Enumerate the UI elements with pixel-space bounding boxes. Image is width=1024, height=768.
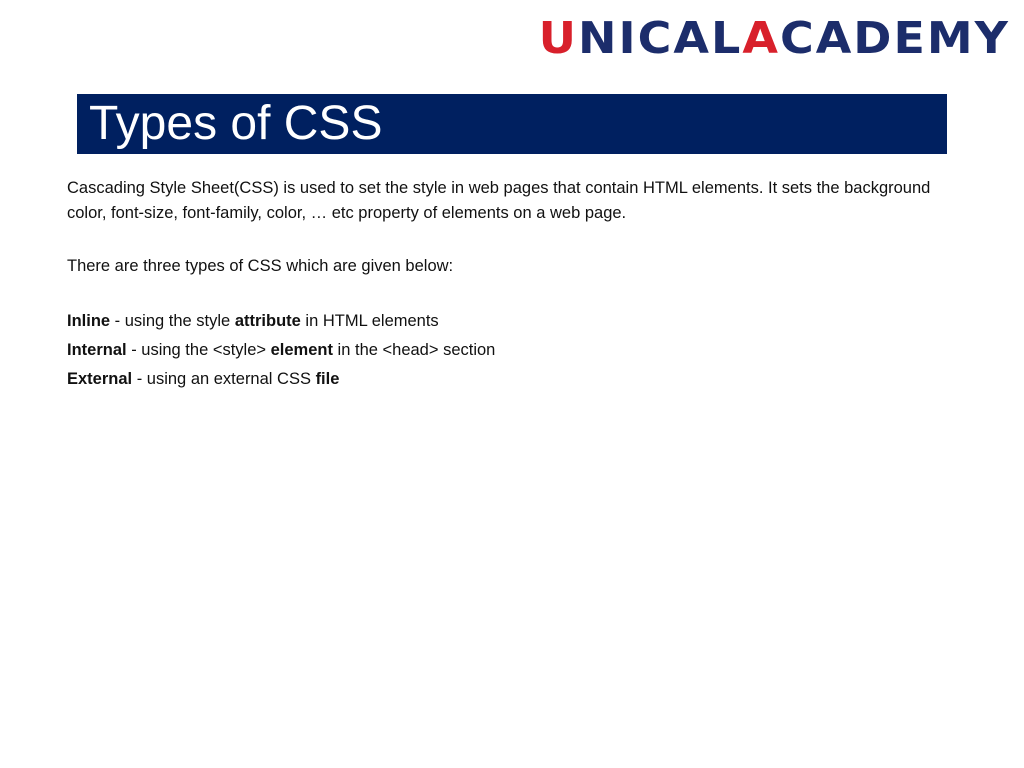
logo-letter-u: U xyxy=(538,12,579,64)
css-type-external: External - using an external CSS file xyxy=(67,365,947,394)
logo-letter-a: A xyxy=(742,12,780,64)
slide-content: Cascading Style Sheet(CSS) is used to se… xyxy=(67,176,947,394)
type-keyword: file xyxy=(315,370,340,388)
type-keyword: attribute xyxy=(234,312,301,330)
slide-title-bar: Types of CSS xyxy=(77,94,947,154)
type-text: in the <head> section xyxy=(332,341,496,359)
type-name: Internal xyxy=(67,341,127,359)
type-text: - using the <style> xyxy=(126,341,271,359)
css-type-inline: Inline - using the style attribute in HT… xyxy=(67,307,947,336)
type-name: Inline xyxy=(67,312,111,330)
type-text: - using an external CSS xyxy=(132,370,316,388)
slide-title: Types of CSS xyxy=(89,97,383,150)
logo-word-unical-rest: NICAL xyxy=(578,12,743,64)
unical-academy-logo: U NICAL A CADEMY xyxy=(538,12,1010,64)
intro-paragraph: Cascading Style Sheet(CSS) is used to se… xyxy=(67,179,931,222)
type-name: External xyxy=(67,370,133,388)
logo-word-academy-rest: CADEMY xyxy=(779,12,1010,64)
css-type-internal: Internal - using the <style> element in … xyxy=(67,336,947,365)
type-text: - using the style xyxy=(110,312,235,330)
type-keyword: element xyxy=(270,341,333,359)
type-text: in HTML elements xyxy=(300,312,439,330)
lead-paragraph: There are three types of CSS which are g… xyxy=(67,257,454,275)
